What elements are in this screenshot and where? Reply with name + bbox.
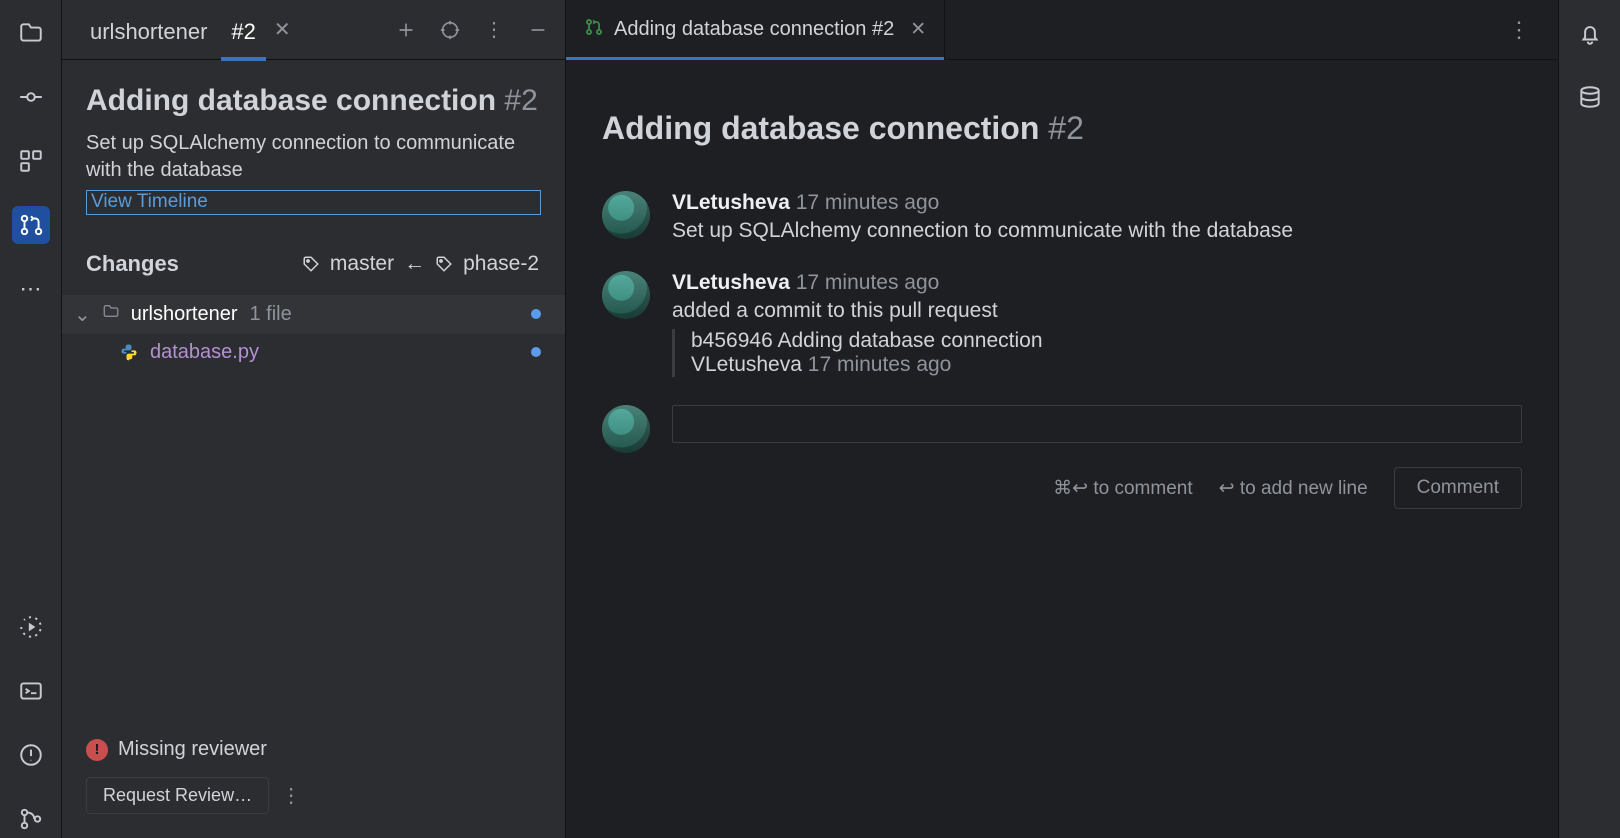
chevron-down-icon: ⌄ bbox=[74, 302, 91, 327]
editor-tabs: Adding database connection #2 ✕ ⋮ bbox=[566, 0, 1558, 60]
changes-heading: Changes bbox=[86, 251, 179, 277]
commit-when: 17 minutes ago bbox=[808, 353, 952, 376]
sidebar-kebab-icon[interactable]: ⋮ bbox=[475, 11, 513, 49]
arrow-left-icon: ← bbox=[404, 252, 425, 276]
sidebar-tab-close[interactable]: ✕ bbox=[270, 17, 295, 42]
comment-button[interactable]: Comment bbox=[1394, 467, 1522, 509]
close-icon[interactable]: ✕ bbox=[910, 18, 926, 41]
tree-file-row[interactable]: database.py bbox=[62, 334, 565, 371]
more-icon[interactable]: ⋯ bbox=[12, 270, 50, 308]
file-count: 1 file bbox=[249, 303, 291, 326]
folder-name: urlshortener bbox=[131, 303, 238, 326]
python-file-icon bbox=[118, 342, 140, 362]
main-panel: Adding database connection #2 ✕ ⋮ Adding… bbox=[566, 0, 1558, 838]
view-timeline-link[interactable]: View Timeline bbox=[86, 190, 541, 215]
tag-icon bbox=[302, 255, 320, 273]
missing-reviewer-notice: ! Missing reviewer bbox=[86, 732, 541, 777]
pull-request-icon bbox=[584, 17, 604, 43]
database-icon[interactable] bbox=[1571, 78, 1609, 116]
tree-folder-row[interactable]: ⌄ urlshortener 1 file bbox=[62, 295, 565, 334]
commit-hash-link[interactable]: b456946 bbox=[691, 329, 773, 352]
structure-icon[interactable] bbox=[12, 142, 50, 180]
request-review-button[interactable]: Request Review… bbox=[86, 777, 269, 814]
pr-content: Adding database connection #2 VLetusheva… bbox=[566, 60, 1558, 838]
pr-description: Set up SQLAlchemy connection to communic… bbox=[86, 130, 541, 184]
pr-title: Adding database connection #2 bbox=[86, 82, 541, 120]
warning-icon: ! bbox=[86, 739, 108, 761]
modified-dot-icon bbox=[531, 309, 541, 319]
pr-main-title-number: #2 bbox=[1048, 110, 1084, 146]
pr-title-text: Adding database connection bbox=[86, 84, 496, 117]
missing-reviewer-text: Missing reviewer bbox=[118, 738, 267, 761]
event-author[interactable]: VLetusheva bbox=[672, 271, 790, 294]
pr-number: #2 bbox=[504, 84, 537, 117]
comment-hint: ⌘↩ to comment bbox=[1053, 477, 1192, 500]
editor-tab-label: Adding database connection #2 bbox=[614, 18, 894, 41]
target-branch: master bbox=[330, 252, 394, 276]
event-body-text: Set up SQLAlchemy connection to communic… bbox=[672, 219, 1522, 243]
event-body-text: added a commit to this pull request bbox=[672, 299, 1522, 323]
changes-tree: ⌄ urlshortener 1 file database.py bbox=[62, 295, 565, 371]
modified-dot-icon bbox=[531, 347, 541, 357]
vcs-icon[interactable] bbox=[12, 800, 50, 838]
problems-icon[interactable] bbox=[12, 736, 50, 774]
pr-sidebar: urlshortener #2 ✕ ⋮ Adding database conn… bbox=[62, 0, 566, 838]
commit-message: Adding database connection bbox=[777, 329, 1042, 352]
pr-main-title: Adding database connection #2 bbox=[602, 110, 1522, 147]
folder-icon bbox=[101, 302, 121, 326]
avatar bbox=[602, 191, 650, 239]
sidebar-tab-pr[interactable]: #2 bbox=[221, 3, 265, 61]
tag-icon bbox=[435, 255, 453, 273]
pr-main-title-text: Adding database connection bbox=[602, 110, 1039, 146]
file-name: database.py bbox=[150, 341, 259, 364]
right-rail bbox=[1558, 0, 1620, 838]
event-author[interactable]: VLetusheva bbox=[672, 191, 790, 214]
comment-actions: ⌘↩ to comment ↩ to add new line Comment bbox=[602, 467, 1522, 509]
footer-kebab-icon[interactable]: ⋮ bbox=[281, 783, 301, 808]
sidebar-tab-pr-label: #2 bbox=[231, 19, 255, 44]
run-icon[interactable] bbox=[12, 608, 50, 646]
left-rail: ⋯ bbox=[0, 0, 62, 838]
commit-icon[interactable] bbox=[12, 78, 50, 116]
pull-request-icon[interactable] bbox=[12, 206, 50, 244]
branches-indicator: master ← phase-2 bbox=[302, 252, 539, 276]
editor-tabs-kebab-icon[interactable]: ⋮ bbox=[1480, 0, 1558, 59]
target-icon[interactable] bbox=[431, 11, 469, 49]
event-when: 17 minutes ago bbox=[796, 271, 940, 294]
commit-author-link[interactable]: VLetusheva bbox=[691, 353, 802, 376]
sidebar-minimize-icon[interactable] bbox=[519, 11, 557, 49]
sidebar-tab-project[interactable]: urlshortener bbox=[80, 3, 217, 57]
source-branch: phase-2 bbox=[463, 252, 539, 276]
avatar bbox=[602, 405, 650, 453]
timeline-event: VLetusheva 17 minutes ago added a commit… bbox=[602, 271, 1522, 377]
editor-tab-pr[interactable]: Adding database connection #2 ✕ bbox=[566, 0, 945, 59]
comment-input[interactable] bbox=[672, 405, 1522, 443]
commit-reference: b456946 Adding database connection VLetu… bbox=[672, 329, 1522, 377]
sidebar-body: Adding database connection #2 Set up SQL… bbox=[62, 60, 565, 838]
project-icon[interactable] bbox=[12, 14, 50, 52]
terminal-icon[interactable] bbox=[12, 672, 50, 710]
new-pr-icon[interactable] bbox=[387, 11, 425, 49]
sidebar-tabs: urlshortener #2 ✕ ⋮ bbox=[62, 0, 565, 60]
event-when: 17 minutes ago bbox=[796, 191, 940, 214]
comment-row bbox=[602, 405, 1522, 453]
timeline-event: VLetusheva 17 minutes ago Set up SQLAlch… bbox=[602, 191, 1522, 243]
bell-icon[interactable] bbox=[1571, 14, 1609, 52]
avatar bbox=[602, 271, 650, 319]
newline-hint: ↩ to add new line bbox=[1219, 477, 1368, 500]
